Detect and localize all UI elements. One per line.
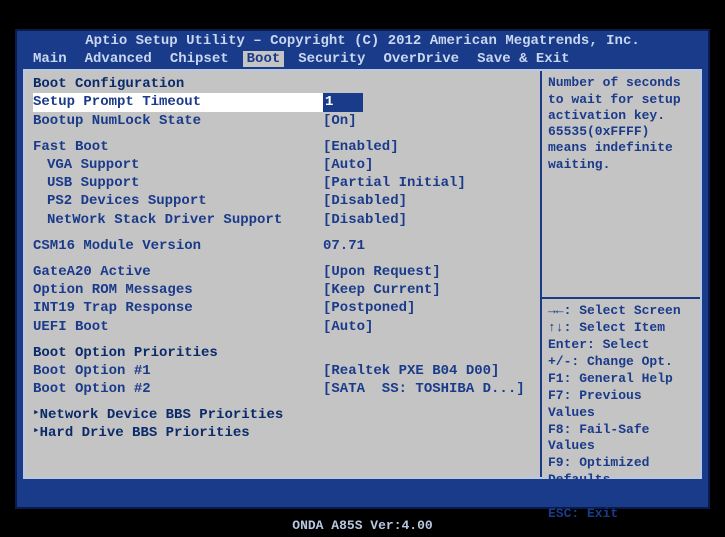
item-value: [Disabled] [323, 192, 532, 210]
key-hint: F7: Previous Values [548, 388, 694, 422]
item-value: [Enabled] [323, 138, 532, 156]
tab-advanced[interactable]: Advanced [81, 51, 156, 67]
menu-bar: Main Advanced Chipset Boot Security Over… [17, 51, 708, 67]
item-label: Boot Option #1 [33, 362, 323, 380]
item-label: PS2 Devices Support [33, 192, 323, 210]
item-fast-boot[interactable]: Fast Boot [Enabled] [33, 138, 532, 156]
tab-boot[interactable]: Boot [243, 51, 285, 67]
item-ps2-support[interactable]: PS2 Devices Support [Disabled] [33, 192, 532, 210]
item-label: Bootup NumLock State [33, 112, 323, 130]
item-value: [SATA SS: TOSHIBA D...] [323, 380, 532, 398]
submenu-network-bbs[interactable]: Network Device BBS Priorities [33, 406, 532, 424]
section-boot-config: Boot Configuration [33, 75, 532, 93]
item-label: CSM16 Module Version [33, 237, 323, 255]
item-value: 1 [323, 93, 532, 111]
key-hint: →←: Select Screen [548, 303, 694, 320]
item-label: USB Support [33, 174, 323, 192]
item-label: Setup Prompt Timeout [33, 93, 323, 111]
item-value: [Auto] [323, 156, 532, 174]
footer-version: ONDA A85S Ver:4.00 [17, 518, 708, 533]
item-label: NetWork Stack Driver Support [33, 211, 323, 229]
item-int19[interactable]: INT19 Trap Response [Postponed] [33, 299, 532, 317]
item-option-rom[interactable]: Option ROM Messages [Keep Current] [33, 281, 532, 299]
item-value: [Upon Request] [323, 263, 532, 281]
tab-main[interactable]: Main [29, 51, 71, 67]
submenu-harddrive-bbs[interactable]: Hard Drive BBS Priorities [33, 424, 532, 442]
bios-screen: Aptio Setup Utility – Copyright (C) 2012… [15, 29, 710, 509]
item-uefi-boot[interactable]: UEFI Boot [Auto] [33, 318, 532, 336]
main-panel: Boot Configuration Setup Prompt Timeout … [25, 71, 540, 477]
item-usb-support[interactable]: USB Support [Partial Initial] [33, 174, 532, 192]
key-hint: F9: Optimized Defaults [548, 455, 694, 489]
item-csm-version: CSM16 Module Version 07.71 [33, 237, 532, 255]
section-boot-priorities: Boot Option Priorities [33, 344, 532, 362]
item-label: INT19 Trap Response [33, 299, 323, 317]
item-vga-support[interactable]: VGA Support [Auto] [33, 156, 532, 174]
item-value: [Disabled] [323, 211, 532, 229]
key-hint: +/-: Change Opt. [548, 354, 694, 371]
help-description: Number of seconds to wait for setup acti… [542, 71, 700, 297]
key-hint: ↑↓: Select Item [548, 320, 694, 337]
item-value: [Realtek PXE B04 D00] [323, 362, 532, 380]
tab-overdrive[interactable]: OverDrive [379, 51, 463, 67]
item-value: [Keep Current] [323, 281, 532, 299]
item-gatea20[interactable]: GateA20 Active [Upon Request] [33, 263, 532, 281]
tab-chipset[interactable]: Chipset [166, 51, 233, 67]
key-hint: F1: General Help [548, 371, 694, 388]
item-label: Fast Boot [33, 138, 323, 156]
key-hint: F10: Save & Exit [548, 489, 694, 506]
item-label: VGA Support [33, 156, 323, 174]
key-legend: →←: Select Screen ↑↓: Select Item Enter:… [542, 297, 700, 477]
key-hint: Enter: Select [548, 337, 694, 354]
item-label: Boot Option #2 [33, 380, 323, 398]
item-boot-option-2[interactable]: Boot Option #2 [SATA SS: TOSHIBA D...] [33, 380, 532, 398]
item-label: Option ROM Messages [33, 281, 323, 299]
bios-title: Aptio Setup Utility – Copyright (C) 2012… [17, 31, 708, 52]
tab-save-exit[interactable]: Save & Exit [473, 51, 573, 67]
item-value: [Postponed] [323, 299, 532, 317]
tab-security[interactable]: Security [294, 51, 369, 67]
side-panel: Number of seconds to wait for setup acti… [540, 71, 700, 477]
item-label: UEFI Boot [33, 318, 323, 336]
item-network-stack[interactable]: NetWork Stack Driver Support [Disabled] [33, 211, 532, 229]
item-setup-prompt-timeout[interactable]: Setup Prompt Timeout 1 [33, 93, 532, 111]
item-value: [On] [323, 112, 532, 130]
item-label: GateA20 Active [33, 263, 323, 281]
content-frame: Boot Configuration Setup Prompt Timeout … [23, 69, 702, 479]
item-boot-option-1[interactable]: Boot Option #1 [Realtek PXE B04 D00] [33, 362, 532, 380]
item-bootup-numlock[interactable]: Bootup NumLock State [On] [33, 112, 532, 130]
item-value: [Auto] [323, 318, 532, 336]
key-hint: F8: Fail-Safe Values [548, 422, 694, 456]
item-value: 07.71 [323, 237, 532, 255]
item-value: [Partial Initial] [323, 174, 532, 192]
